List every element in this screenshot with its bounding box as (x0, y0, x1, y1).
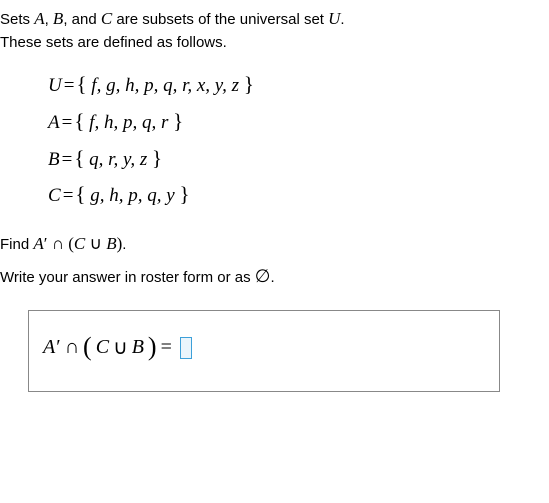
brace-open: { (75, 182, 85, 206)
set-name-A: A (34, 9, 44, 28)
intro-line2: These sets are defined as follows. (0, 34, 227, 51)
period: . (122, 236, 126, 253)
set-U-name: U (48, 75, 62, 96)
set-C-elems: g, h, p, q, y (86, 185, 180, 206)
ans-lparen: ( (83, 332, 92, 362)
sep: , and (63, 11, 101, 28)
cap-symbol: ∩ (47, 234, 68, 253)
ans-cap-symbol: ∩ (65, 336, 79, 359)
ans-C: C (96, 336, 109, 359)
set-U-row: U={ f, g, h, p, q, r, x, y, z } (48, 66, 549, 103)
instr-pre: Write your answer in roster form or as (0, 269, 255, 286)
empty-set-symbol: ∅ (255, 266, 271, 286)
sep: , (45, 11, 53, 28)
set-B-name: B (48, 149, 60, 170)
brace-close: } (173, 109, 183, 133)
brace-close: } (244, 72, 254, 96)
ans-rparen: ) (148, 332, 157, 362)
set-B-elems: q, r, y, z (84, 149, 152, 170)
eq: = (62, 112, 73, 133)
eq: = (64, 75, 75, 96)
intro-line1-post: are subsets of the universal set (112, 11, 328, 28)
cup-symbol: ∪ (85, 234, 106, 253)
set-name-C: C (101, 9, 112, 28)
answer-input[interactable] (180, 337, 192, 359)
expr-A: A (33, 234, 43, 253)
answer-box: A′ ∩ (C ∪ B) = (28, 310, 500, 392)
expr-B: B (106, 234, 116, 253)
set-name-U: U (328, 9, 340, 28)
intro-line1-pre: Sets (0, 11, 34, 28)
set-B-row: B={ q, r, y, z } (48, 140, 549, 177)
set-A-name: A (48, 112, 60, 133)
set-C-name: C (48, 185, 61, 206)
set-definitions: U={ f, g, h, p, q, r, x, y, z } A={ f, h… (48, 66, 549, 213)
set-C-row: C={ g, h, p, q, y } (48, 176, 549, 213)
brace-close: } (152, 146, 162, 170)
ans-eq: = (161, 336, 172, 359)
eq: = (62, 149, 73, 170)
set-A-elems: f, h, p, q, r (84, 112, 173, 133)
intro-text: Sets A, B, and C are subsets of the univ… (0, 6, 549, 54)
ans-A: A (43, 336, 55, 359)
eq: = (63, 185, 74, 206)
ans-B: B (132, 336, 144, 359)
brace-open: { (74, 109, 84, 133)
find-pre: Find (0, 236, 33, 253)
brace-open: { (74, 146, 84, 170)
brace-open: { (76, 72, 86, 96)
answer-expression: A′ ∩ (C ∪ B) = (43, 333, 485, 363)
brace-close: } (179, 182, 189, 206)
ans-prime: ′ (56, 336, 60, 359)
set-name-B: B (53, 9, 63, 28)
instr-post: . (270, 269, 274, 286)
prompt-block: Find A′ ∩ (C ∪ B). Write your answer in … (0, 229, 549, 292)
set-U-elems: f, g, h, p, q, r, x, y, z (87, 75, 244, 96)
set-A-row: A={ f, h, p, q, r } (48, 103, 549, 140)
ans-cup-symbol: ∪ (113, 335, 128, 360)
period: . (340, 11, 344, 28)
expr-C: C (74, 234, 85, 253)
